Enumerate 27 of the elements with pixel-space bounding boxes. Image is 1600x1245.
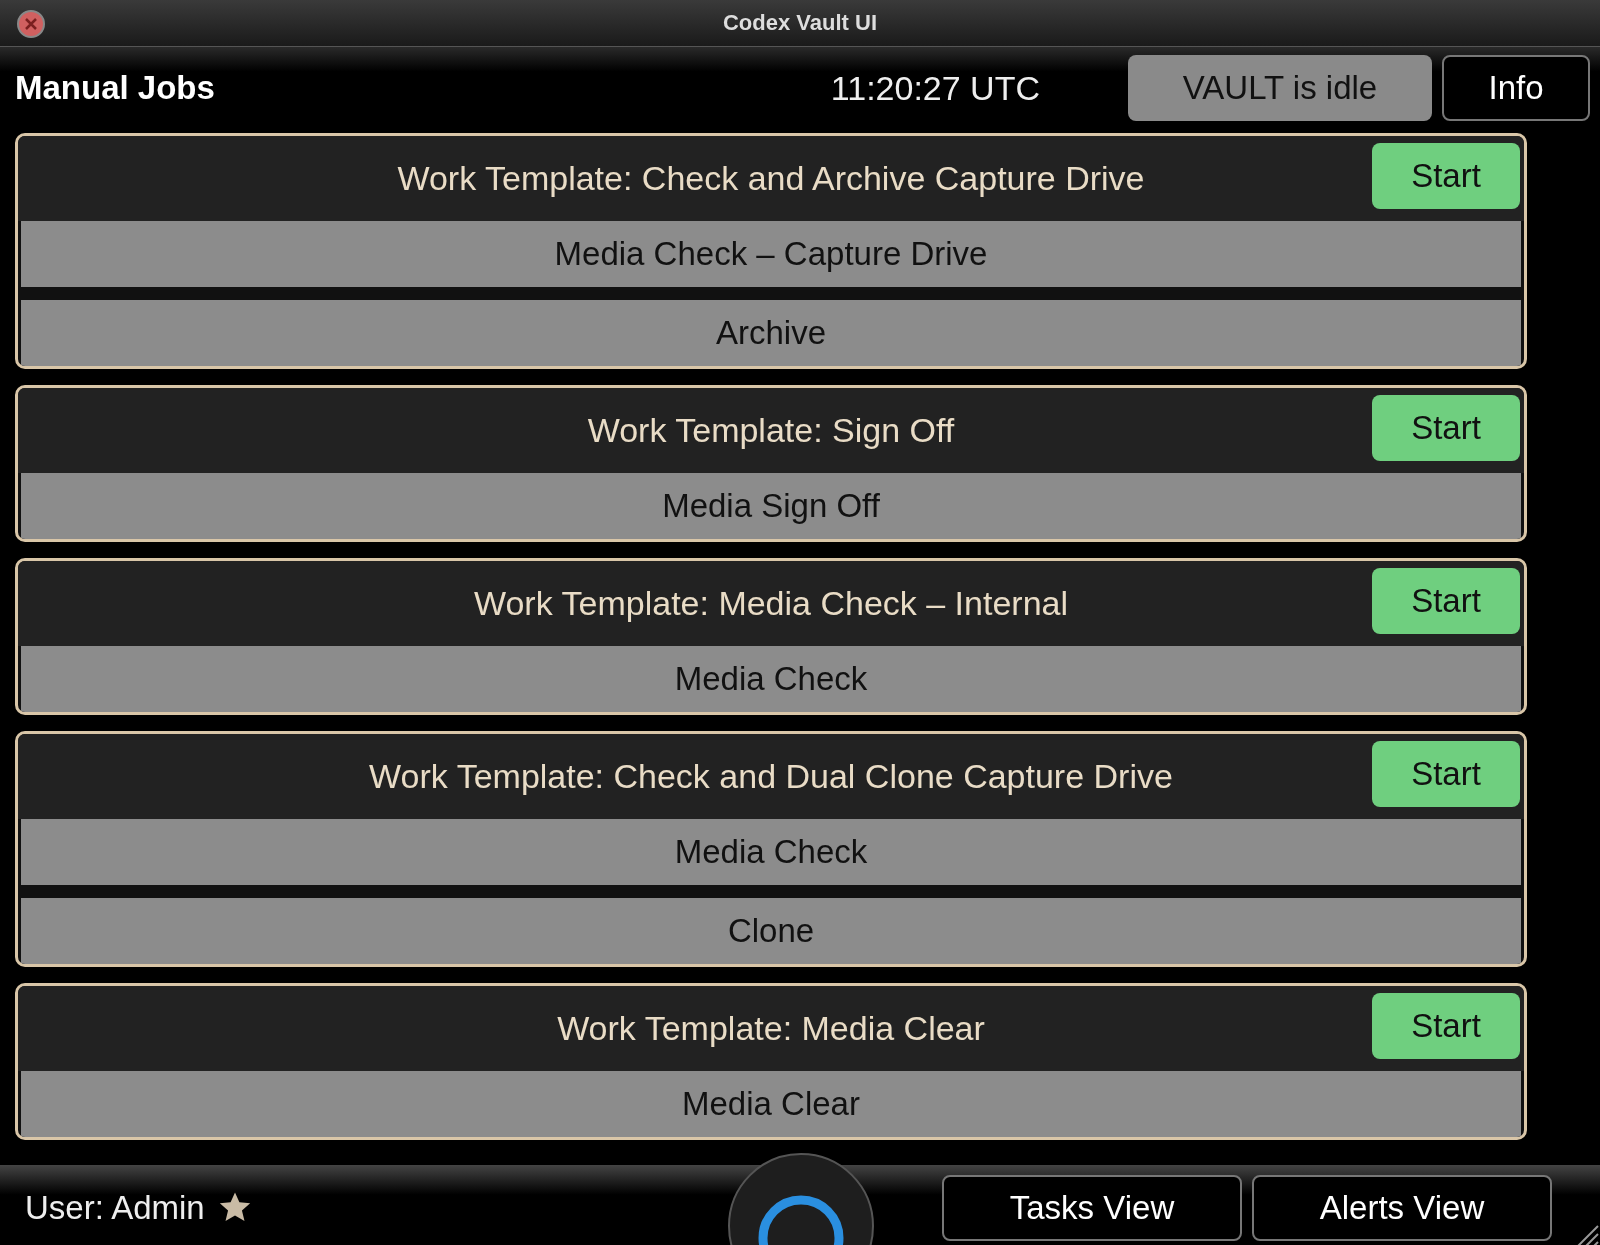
start-button[interactable]: Start	[1372, 741, 1520, 807]
step-row[interactable]: Media Check – Capture Drive	[21, 221, 1521, 287]
start-button[interactable]: Start	[1372, 395, 1520, 461]
status-indicator: VAULT is idle	[1128, 55, 1432, 121]
user-label: User: Admin	[25, 1188, 205, 1227]
start-button[interactable]: Start	[1372, 568, 1520, 634]
start-button[interactable]: Start	[1372, 993, 1520, 1059]
clock-text: 11:20:27 UTC	[830, 68, 1040, 108]
template-title: Work Template: Check and Dual Clone Capture Drive	[369, 757, 1173, 796]
step-row[interactable]: Media Clear	[21, 1071, 1521, 1137]
view-button[interactable]: Alerts View	[1252, 1174, 1552, 1241]
step-row[interactable]: Clone	[21, 898, 1521, 964]
step-row[interactable]: Archive	[21, 300, 1521, 366]
window-title: Codex Vault UI	[722, 10, 877, 36]
step-row[interactable]: Media Sign Off	[21, 473, 1521, 539]
template-title: Work Template: Sign Off	[587, 411, 955, 450]
info-button[interactable]: Info	[1442, 55, 1590, 121]
start-button[interactable]: Start	[1372, 143, 1520, 209]
step-row[interactable]: Media Check	[21, 819, 1521, 885]
template-title: Work Template: Media Clear	[557, 1009, 985, 1048]
page-title: Manual Jobs	[15, 69, 216, 107]
template-title: Work Template: Check and Archive Capture Drive	[397, 159, 1145, 198]
step-row[interactable]: Media Check	[21, 646, 1521, 712]
activity-spinner-icon	[728, 1153, 874, 1245]
view-button[interactable]: Tasks View	[942, 1174, 1242, 1241]
template-title: Work Template: Media Check – Internal	[474, 584, 1068, 623]
close-icon[interactable]	[16, 9, 46, 39]
